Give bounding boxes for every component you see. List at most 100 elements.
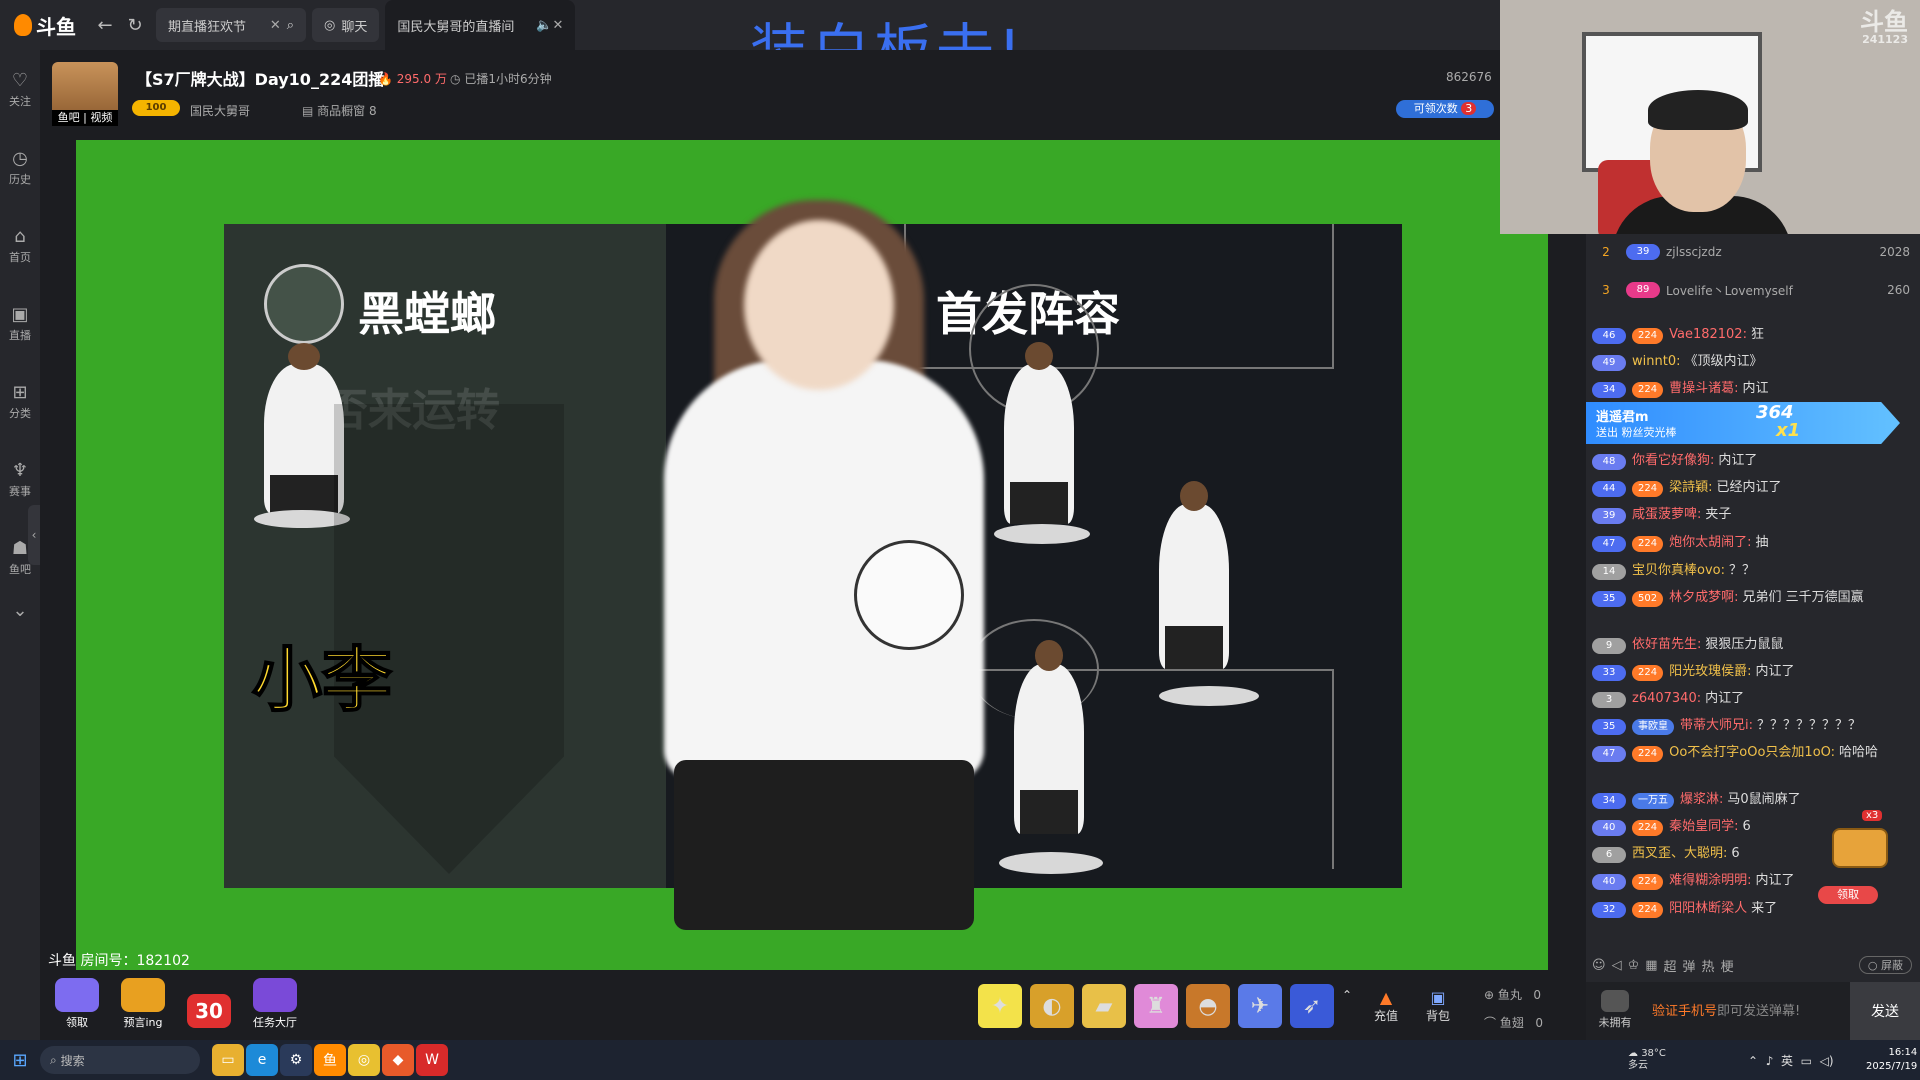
recharge-button[interactable]: ▲ 充值: [1374, 988, 1398, 1024]
gift-card-icon[interactable]: ▰: [1082, 984, 1126, 1028]
nav-category[interactable]: ⊞ 分类: [0, 362, 40, 440]
rank-user[interactable]: zjlsscjzdz: [1666, 245, 1722, 259]
chat-username[interactable]: 依好苗先生:: [1632, 637, 1701, 652]
chat-username[interactable]: 阳光玫瑰侯爵:: [1669, 664, 1751, 679]
network-icon[interactable]: ▭: [1801, 1054, 1812, 1068]
activity-task-hall[interactable]: 任务大厅: [248, 978, 302, 1030]
chat-message[interactable]: 3 z6407340: 内讧了: [1592, 690, 1912, 708]
chat-username[interactable]: 曹操斗诸葛:: [1669, 381, 1738, 396]
expand-gifts-icon[interactable]: ⌃: [1342, 988, 1352, 1002]
search-input[interactable]: 期直播狂欢节: [168, 16, 246, 35]
chat-message[interactable]: 9 依好苗先生: 狠狠压力鼠鼠: [1592, 636, 1912, 654]
nav-live[interactable]: ▣ 直播: [0, 284, 40, 362]
mic-icon[interactable]: ♪: [1766, 1054, 1774, 1068]
nav-follow[interactable]: ♡ 关注: [0, 50, 40, 128]
chat-username[interactable]: 阳阳林断梁人: [1669, 901, 1747, 916]
chat-message[interactable]: 48 你看它好像狗: 内讧了: [1592, 452, 1912, 470]
chat-username[interactable]: 林夕成梦啊:: [1669, 590, 1738, 605]
chest-claim-button[interactable]: 领取: [1818, 886, 1878, 904]
chat-message[interactable]: 33 224 阳光玫瑰侯爵: 内讧了: [1592, 663, 1912, 681]
chat-username[interactable]: 咸蛋菠萝啤:: [1632, 507, 1701, 522]
claim-count-button[interactable]: 可领次数 3: [1396, 100, 1494, 118]
tab-live-room[interactable]: 国民大舅哥的直播间 🔈✕: [385, 0, 576, 50]
douyu-logo[interactable]: 斗鱼: [0, 0, 90, 50]
treasure-chest-icon[interactable]: x3: [1826, 810, 1890, 870]
collapse-sidebar-button[interactable]: ‹: [28, 505, 40, 565]
host-avatar[interactable]: 鱼吧 | 视频: [52, 62, 118, 126]
refresh-icon[interactable]: ↻: [120, 10, 150, 40]
gift-rocket-icon[interactable]: ➶: [1290, 984, 1334, 1028]
chat-username[interactable]: Vae182102:: [1669, 327, 1747, 342]
chat-username[interactable]: 炮你太胡闹了:: [1669, 535, 1751, 550]
nav-history[interactable]: ◷ 历史: [0, 128, 40, 206]
tool-super[interactable]: 超: [1664, 956, 1677, 975]
gift-burger-icon[interactable]: ◓: [1186, 984, 1230, 1028]
chat-username[interactable]: 西叉歪、大聪明:: [1632, 846, 1727, 861]
shield-toggle[interactable]: ○ 屏蔽: [1858, 956, 1912, 974]
file-explorer-icon[interactable]: ▭: [212, 1044, 244, 1076]
system-tray[interactable]: ⌃ ♪ 英 ▭ ◁): [1748, 1052, 1834, 1069]
douyu-app-icon[interactable]: 鱼: [314, 1044, 346, 1076]
chat-message[interactable]: 49 winnt0: 《顶级内讧》: [1592, 353, 1912, 371]
emoji-icon[interactable]: ☺: [1592, 958, 1606, 973]
nav-more[interactable]: ⌄: [0, 596, 40, 626]
chat-message[interactable]: 35 502 林夕成梦啊: 兄弟们 三千万德国赢: [1592, 589, 1912, 607]
tool-meme[interactable]: 梗: [1721, 956, 1734, 975]
video-player[interactable]: 否来运转 黑螳螂 小李 首发阵容 ◉: [76, 140, 1548, 970]
verify-phone-link[interactable]: 验证手机号: [1652, 1004, 1717, 1019]
chrome-icon[interactable]: ◎: [348, 1044, 380, 1076]
back-icon[interactable]: ←: [90, 10, 120, 40]
chat-message[interactable]: 34 224 曹操斗诸葛: 内讧: [1592, 380, 1912, 398]
activity-prediction[interactable]: 预言ing: [116, 978, 170, 1030]
crown-icon[interactable]: ♔: [1628, 958, 1640, 973]
chevron-up-icon[interactable]: ⌃: [1748, 1054, 1758, 1068]
gift-castle-icon[interactable]: ♜: [1134, 984, 1178, 1028]
chat-username[interactable]: 带蒂大师兄i:: [1680, 718, 1753, 733]
search-tab[interactable]: 期直播狂欢节 ✕ ⌕: [156, 8, 306, 42]
host-name[interactable]: 国民大舅哥: [190, 102, 250, 119]
rank-user[interactable]: Lovelife丶Lovemyself: [1666, 282, 1793, 299]
chat-username[interactable]: 秦始皇同学:: [1669, 819, 1738, 834]
backpack-button[interactable]: ▣ 背包: [1426, 988, 1450, 1024]
chat-message[interactable]: 34 一万五 爆浆淋: 马0鼠闹麻了: [1592, 791, 1912, 809]
windows-start-icon[interactable]: ⊞: [0, 1040, 40, 1080]
gift-glowstick-icon[interactable]: ✦: [978, 984, 1022, 1028]
horn-icon[interactable]: ◁: [1612, 958, 1622, 973]
chat-message[interactable]: 35 事欧皇 带蒂大师兄i: ？？？？？？？？: [1592, 717, 1912, 735]
wps-icon[interactable]: W: [416, 1044, 448, 1076]
chat-message[interactable]: 39 咸蛋菠萝啤: 夹子: [1592, 506, 1912, 524]
ime-indicator[interactable]: 英: [1781, 1054, 1793, 1068]
shop-window-link[interactable]: ▤ 商品橱窗 8: [302, 102, 377, 119]
nav-home[interactable]: ⌂ 首页: [0, 206, 40, 284]
close-icon[interactable]: ✕: [270, 18, 281, 33]
activity-claim[interactable]: 领取: [50, 978, 104, 1030]
search-icon[interactable]: ⌕: [287, 18, 294, 33]
chat-username[interactable]: 宝贝你真棒ovo:: [1632, 563, 1725, 578]
tool-hot[interactable]: 热: [1702, 956, 1715, 975]
edge-icon[interactable]: e: [246, 1044, 278, 1076]
chat-message[interactable]: 46 224 Vae182102: 狂: [1592, 326, 1912, 344]
app-icon[interactable]: ◆: [382, 1044, 414, 1076]
chat-message[interactable]: 47 224 Oo不会打字oOo只会加1oO: 哈哈哈: [1592, 744, 1912, 762]
chat-message[interactable]: 14 宝贝你真棒ovo:？？: [1592, 562, 1912, 580]
chat-username[interactable]: 梁詩穎:: [1669, 480, 1712, 495]
chat-username[interactable]: 难得糊涂明明:: [1669, 873, 1751, 888]
gift-airship-icon[interactable]: ✈: [1238, 984, 1282, 1028]
chat-username[interactable]: Oo不会打字oOo只会加1oO:: [1669, 745, 1835, 760]
chat-message[interactable]: 44 224 梁詩穎: 已经内讧了: [1592, 479, 1912, 497]
chat-username[interactable]: winnt0:: [1632, 354, 1680, 369]
chat-username[interactable]: 你看它好像狗:: [1632, 453, 1714, 468]
chat-username[interactable]: 爆浆淋:: [1680, 792, 1723, 807]
gift-helmet-icon[interactable]: ◐: [1030, 984, 1074, 1028]
send-button[interactable]: 发送: [1850, 982, 1920, 1040]
chat-tab[interactable]: ◎ 聊天: [312, 8, 380, 42]
activity-30[interactable]: 30: [182, 978, 236, 1030]
speaker-icon[interactable]: 🔈✕: [536, 18, 563, 33]
chat-username[interactable]: z6407340:: [1632, 691, 1701, 706]
unowned-badge[interactable]: 未拥有: [1592, 990, 1638, 1032]
chat-input[interactable]: 验证手机号即可发送弹幕!: [1652, 1000, 1800, 1019]
volume-icon[interactable]: ◁): [1820, 1054, 1834, 1068]
badge-icon[interactable]: ▦: [1645, 958, 1657, 973]
chat-message[interactable]: 47 224 炮你太胡闹了: 抽: [1592, 534, 1912, 552]
avatar-caption[interactable]: 鱼吧 | 视频: [52, 110, 118, 126]
